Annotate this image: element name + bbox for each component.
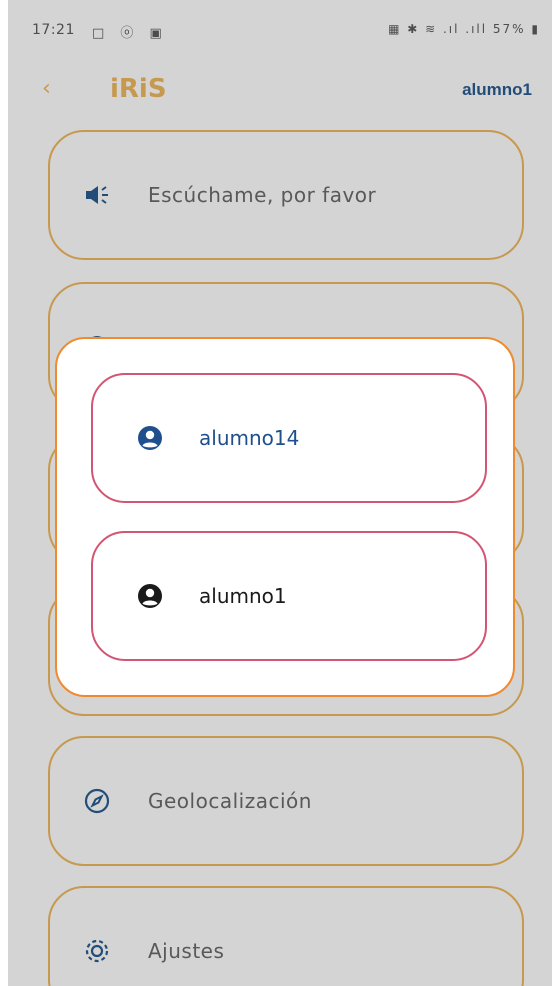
account-option-alumno14[interactable]: alumno14 bbox=[91, 373, 487, 503]
account-circle-icon bbox=[137, 583, 163, 609]
account-option-label: alumno1 bbox=[199, 584, 287, 608]
account-option-label: alumno14 bbox=[199, 426, 300, 450]
account-picker-dialog: alumno14 alumno1 bbox=[55, 337, 515, 697]
app-screen: 17:21 □ ⓞ ▣ ▦ ✱ ≋ .ıl .ıll 57% ▮ ‹ iRiS … bbox=[8, 0, 552, 986]
account-option-alumno1[interactable]: alumno1 bbox=[91, 531, 487, 661]
account-circle-icon bbox=[137, 425, 163, 451]
left-gutter bbox=[0, 0, 8, 986]
